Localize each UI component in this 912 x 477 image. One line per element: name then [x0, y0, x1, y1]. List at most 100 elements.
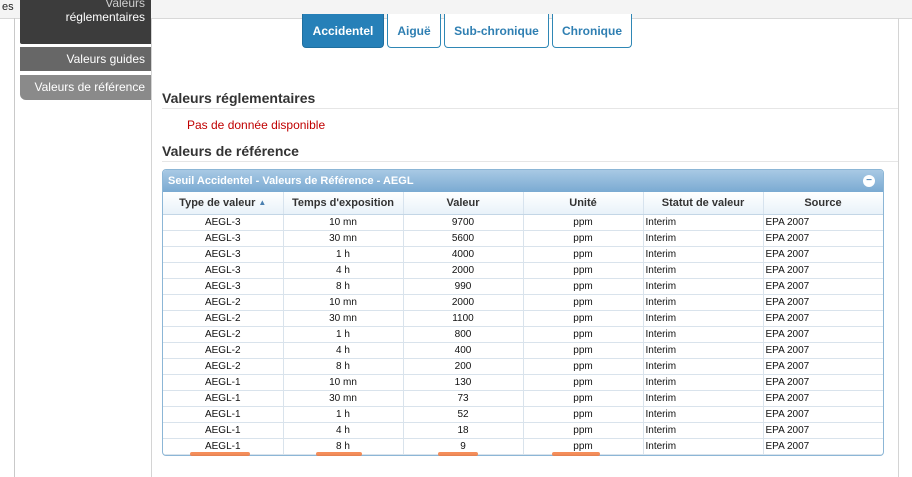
table-cell: 10 mn	[283, 294, 404, 311]
table-row[interactable]: AEGL-2 4 h 400 ppm Interim EPA 2007	[163, 342, 883, 359]
table-cell: 10 mn	[283, 374, 404, 391]
sort-ascending-icon[interactable]: ▲	[258, 198, 266, 207]
table-row[interactable]: AEGL-1 1 h 52 ppm Interim EPA 2007	[163, 406, 883, 423]
table-cell: 18	[403, 422, 524, 439]
table-row[interactable]: AEGL-3 10 mn 9700 ppm Interim EPA 2007	[163, 214, 883, 231]
annotation-scribble	[316, 452, 362, 456]
panel-title: Seuil Accidentel - Valeurs de Référence …	[168, 175, 414, 187]
table-cell: Interim	[643, 342, 764, 359]
table-cell: 30 mn	[283, 390, 404, 407]
table-cell: AEGL-2	[163, 294, 284, 311]
table-cell: ppm	[523, 374, 644, 391]
column-header-source[interactable]: Source	[763, 192, 883, 215]
no-data-message: Pas de donnée disponible	[187, 118, 326, 132]
table-cell: Interim	[643, 406, 764, 423]
table-cell: ppm	[523, 230, 644, 247]
table-cell: EPA 2007	[763, 310, 883, 327]
table-row[interactable]: AEGL-3 1 h 4000 ppm Interim EPA 2007	[163, 246, 883, 263]
column-header-label: Type de valeur	[179, 197, 256, 209]
table-cell: Interim	[643, 230, 764, 247]
table-cell: 30 mn	[283, 230, 404, 247]
table-row[interactable]: AEGL-3 4 h 2000 ppm Interim EPA 2007	[163, 262, 883, 279]
table-row[interactable]: AEGL-2 10 mn 2000 ppm Interim EPA 2007	[163, 294, 883, 311]
table-cell: Interim	[643, 390, 764, 407]
table-row[interactable]: AEGL-1 4 h 18 ppm Interim EPA 2007	[163, 422, 883, 439]
table-cell: Interim	[643, 374, 764, 391]
table-cell: ppm	[523, 422, 644, 439]
table-cell: EPA 2007	[763, 422, 883, 439]
annotation-scribble	[438, 452, 478, 456]
sidebar-item-label-line1: Valeurs	[105, 0, 145, 10]
table-cell: Interim	[643, 278, 764, 295]
sidebar-item-valeurs-guides[interactable]: Valeurs guides	[20, 47, 151, 71]
tab-chronique[interactable]: Chronique	[552, 14, 632, 48]
sidebar-item-label-line2: réglementaires	[65, 10, 145, 24]
table-cell: 130	[403, 374, 524, 391]
table-cell: Interim	[643, 326, 764, 343]
table-cell: 30 mn	[283, 310, 404, 327]
table-cell: 4 h	[283, 342, 404, 359]
column-header-unite[interactable]: Unité	[523, 192, 644, 215]
table-cell: ppm	[523, 262, 644, 279]
table-row[interactable]: AEGL-2 8 h 200 ppm Interim EPA 2007	[163, 358, 883, 375]
table-row[interactable]: AEGL-2 1 h 800 ppm Interim EPA 2007	[163, 326, 883, 343]
table-cell: 2000	[403, 262, 524, 279]
table-cell: AEGL-2	[163, 342, 284, 359]
table-cell: 4 h	[283, 422, 404, 439]
table-row[interactable]: AEGL-1 10 mn 130 ppm Interim EPA 2007	[163, 374, 883, 391]
table-row[interactable]: AEGL-1 30 mn 73 ppm Interim EPA 2007	[163, 390, 883, 407]
table-row[interactable]: AEGL-2 30 mn 1100 ppm Interim EPA 2007	[163, 310, 883, 327]
table-cell: Interim	[643, 310, 764, 327]
table-cell: 9700	[403, 214, 524, 231]
table-row[interactable]: AEGL-3 30 mn 5600 ppm Interim EPA 2007	[163, 230, 883, 247]
column-header-temps[interactable]: Temps d'exposition	[283, 192, 404, 215]
table-cell: 52	[403, 406, 524, 423]
table-cell: Interim	[643, 262, 764, 279]
table-cell: EPA 2007	[763, 246, 883, 263]
left-border	[14, 18, 15, 477]
reference-values-table: Type de valeur ▲ Temps d'exposition Valeu…	[163, 192, 883, 455]
table-cell: ppm	[523, 294, 644, 311]
table-cell: Interim	[643, 214, 764, 231]
table-cell: EPA 2007	[763, 262, 883, 279]
table-row[interactable]: AEGL-3 8 h 990 ppm Interim EPA 2007	[163, 278, 883, 295]
column-header-valeur[interactable]: Valeur	[403, 192, 524, 215]
collapse-icon[interactable]: −	[863, 175, 875, 187]
section-title-reference: Valeurs de référence	[162, 143, 299, 159]
table-cell: EPA 2007	[763, 390, 883, 407]
table-cell: ppm	[523, 310, 644, 327]
table-cell: EPA 2007	[763, 326, 883, 343]
sidebar-item-label: Valeurs de référence	[34, 80, 145, 94]
sidebar-divider	[151, 18, 152, 477]
table-cell: Interim	[643, 294, 764, 311]
table-cell: Interim	[643, 358, 764, 375]
sidebar-item-valeurs-de-reference[interactable]: Valeurs de référence	[20, 75, 151, 100]
column-header-type[interactable]: Type de valeur ▲	[163, 192, 284, 215]
table-cell: ppm	[523, 390, 644, 407]
table-cell: AEGL-2	[163, 310, 284, 327]
table-cell: AEGL-1	[163, 406, 284, 423]
annotation-scribble	[552, 452, 600, 456]
tab-aigue[interactable]: Aiguë	[387, 14, 441, 48]
right-border	[898, 18, 899, 477]
table-cell: AEGL-1	[163, 374, 284, 391]
table-cell: ppm	[523, 342, 644, 359]
table-cell: 400	[403, 342, 524, 359]
table-cell: AEGL-3	[163, 246, 284, 263]
sidebar-item-valeurs-reglementaires[interactable]: Valeurs réglementaires	[20, 0, 151, 44]
table-cell: AEGL-2	[163, 358, 284, 375]
tab-sub-chronique[interactable]: Sub-chronique	[444, 14, 549, 48]
table-cell: AEGL-1	[163, 390, 284, 407]
table-cell: EPA 2007	[763, 278, 883, 295]
section-title-reglementaires: Valeurs réglementaires	[162, 90, 316, 106]
table-cell: 1100	[403, 310, 524, 327]
table-cell: 200	[403, 358, 524, 375]
table-row[interactable]: AEGL-1 8 h 9 ppm Interim EPA 2007	[163, 438, 883, 455]
table-cell: EPA 2007	[763, 214, 883, 231]
table-cell: Interim	[643, 422, 764, 439]
column-header-statut[interactable]: Statut de valeur	[643, 192, 764, 215]
table-cell: Interim	[643, 438, 764, 455]
table-cell: AEGL-3	[163, 278, 284, 295]
table-cell: 4000	[403, 246, 524, 263]
tab-accidentel[interactable]: Accidentel	[302, 14, 384, 48]
